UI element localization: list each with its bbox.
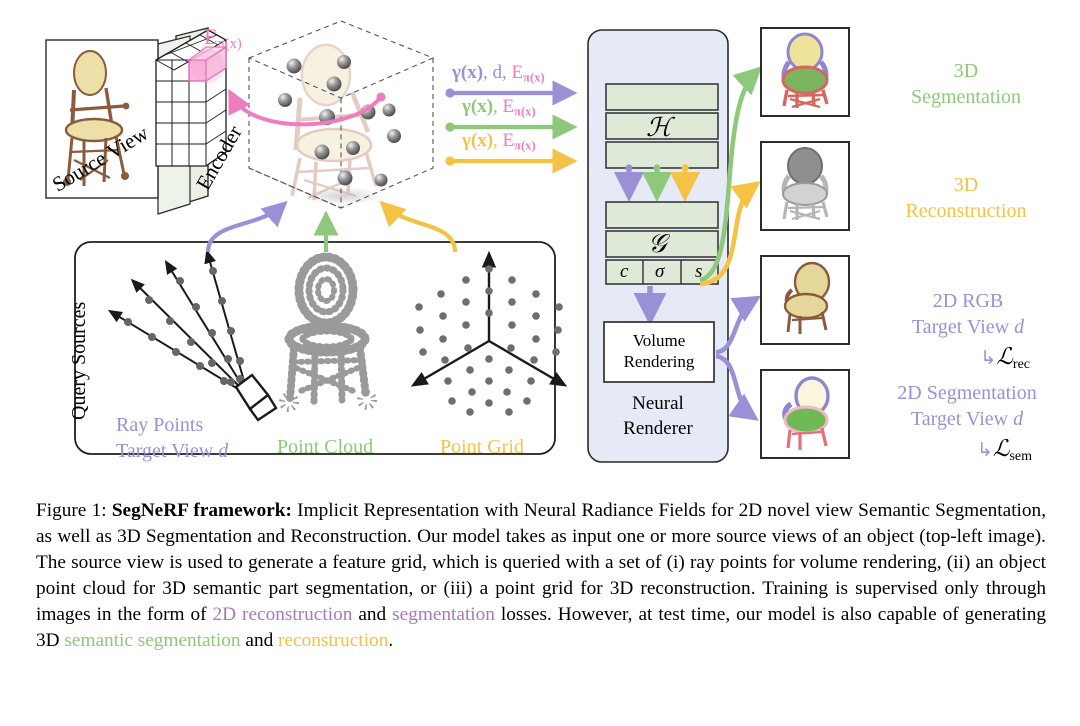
point-cloud-label: Point Cloud <box>277 436 374 458</box>
query-sources-title: Query Sources <box>68 301 90 420</box>
point-grid-label: Point Grid <box>440 436 524 458</box>
label-3d-reconstruction: 3D Reconstruction <box>905 174 1027 223</box>
thumb-2d-segmentation <box>760 369 850 459</box>
arrow-label-ray: γ(x), d, Eπ(x) <box>452 62 545 85</box>
mlp-g-label: 𝒢 <box>648 229 667 259</box>
figure-diagram: Source View Encoder Eπ(x) γ(x), d, Eπ(x)… <box>0 0 1080 480</box>
mlp-h-label: ℋ <box>646 113 672 143</box>
feature-grid-cube <box>228 20 435 209</box>
thumb-2d-rgb <box>760 255 850 345</box>
thumb-3d-reconstruction <box>760 141 850 231</box>
label-2d-rgb: 2D RGB Target View d ↳ℒrec <box>866 288 1070 374</box>
output-c-label: c <box>620 261 629 282</box>
input-arrow-yellow <box>445 148 578 174</box>
label-3d-segmentation: 3D Segmentation <box>911 60 1021 109</box>
neural-renderer-title: Neural Renderer <box>623 393 693 439</box>
output-s-label: s <box>695 261 703 282</box>
loss-rec: ↳ℒrec <box>980 343 1030 372</box>
label-2d-segmentation: 2D Segmentation Target View d ↳ℒsem <box>858 380 1076 466</box>
loss-sem: ↳ℒsem <box>976 435 1032 464</box>
figure-caption: Figure 1: SegNeRF framework: Implicit Re… <box>36 500 1047 651</box>
thumb-3d-segmentation <box>760 27 850 117</box>
ray-points-label: Ray Points Target View d <box>116 414 229 462</box>
volume-rendering-label: Volume Rendering <box>623 331 695 372</box>
arrow-label-cloud: γ(x), Eπ(x) <box>462 96 536 119</box>
encoder-feature-label: Eπ(x) <box>204 24 242 53</box>
output-sigma-label: σ <box>655 261 665 282</box>
arrow-label-grid: γ(x), Eπ(x) <box>462 130 536 153</box>
